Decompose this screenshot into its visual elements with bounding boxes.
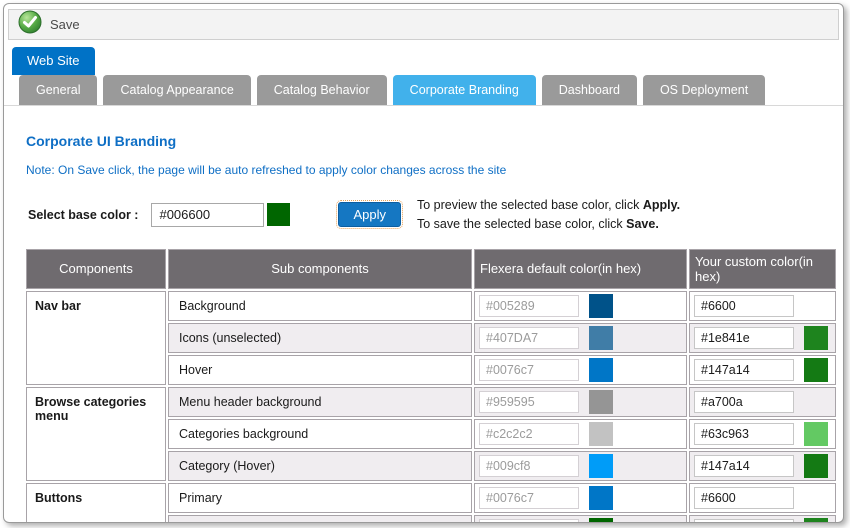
default-color-swatch xyxy=(589,326,613,350)
save-button[interactable]: Save xyxy=(18,10,80,39)
custom-color-input[interactable] xyxy=(694,359,794,381)
custom-color-swatch xyxy=(804,454,828,478)
default-color-input xyxy=(479,455,579,477)
custom-color-input[interactable] xyxy=(694,423,794,445)
custom-color-input[interactable] xyxy=(694,327,794,349)
tab-os-deployment[interactable]: OS Deployment xyxy=(643,75,765,105)
component-cell: Nav bar xyxy=(26,291,166,385)
default-color-swatch xyxy=(589,518,613,524)
custom-color-swatch xyxy=(804,422,828,446)
page-title: Corporate UI Branding xyxy=(26,133,843,149)
custom-color-swatch xyxy=(804,326,828,350)
default-color-input xyxy=(479,519,579,524)
col-header-sub-components: Sub components xyxy=(168,249,472,289)
custom-color-input[interactable] xyxy=(694,391,794,413)
default-color-swatch xyxy=(589,294,613,318)
sub-component-cell: Primary (Hover) xyxy=(168,515,472,524)
col-header-components: Components xyxy=(26,249,166,289)
help-text: To preview the selected base color, clic… xyxy=(417,196,680,234)
sub-component-cell: Background xyxy=(168,291,472,321)
component-cell: Buttons xyxy=(26,483,166,524)
tab-corporate-branding[interactable]: Corporate Branding xyxy=(393,75,536,105)
component-cell: Browse categories menu xyxy=(26,387,166,481)
base-color-input[interactable] xyxy=(151,203,264,227)
tab-catalog-behavior[interactable]: Catalog Behavior xyxy=(257,75,387,105)
base-color-row: Select base color : Apply To preview the… xyxy=(28,196,843,234)
tab-dashboard[interactable]: Dashboard xyxy=(542,75,637,105)
branding-table: Components Sub components Flexera defaul… xyxy=(24,247,838,524)
table-row: Nav bar Background xyxy=(26,291,836,321)
default-color-input xyxy=(479,391,579,413)
site-tab-row: Web Site xyxy=(4,47,843,75)
sub-component-cell: Menu header background xyxy=(168,387,472,417)
tab-general[interactable]: General xyxy=(19,75,97,105)
tab-bar: General Catalog Appearance Catalog Behav… xyxy=(4,75,843,106)
tab-web-site[interactable]: Web Site xyxy=(12,47,95,75)
apply-button[interactable]: Apply xyxy=(338,202,401,227)
settings-window: Save Web Site General Catalog Appearance… xyxy=(3,3,844,523)
sub-component-cell: Category (Hover) xyxy=(168,451,472,481)
sub-component-cell: Primary xyxy=(168,483,472,513)
base-color-swatch xyxy=(267,203,290,226)
default-color-swatch xyxy=(589,358,613,382)
custom-color-input[interactable] xyxy=(694,455,794,477)
default-color-swatch xyxy=(589,422,613,446)
custom-color-input[interactable] xyxy=(694,519,794,524)
toolbar: Save xyxy=(8,9,839,40)
table-row: Browse categories menu Menu header backg… xyxy=(26,387,836,417)
default-color-swatch xyxy=(589,390,613,414)
note-text: Note: On Save click, the page will be au… xyxy=(26,163,843,177)
custom-color-swatch xyxy=(804,358,828,382)
table-row: Buttons Primary xyxy=(26,483,836,513)
save-check-icon xyxy=(18,10,42,39)
tab-catalog-appearance[interactable]: Catalog Appearance xyxy=(103,75,250,105)
base-color-label: Select base color : xyxy=(28,208,138,222)
default-color-input xyxy=(479,327,579,349)
table-header-row: Components Sub components Flexera defaul… xyxy=(26,249,836,289)
custom-color-input[interactable] xyxy=(694,295,794,317)
col-header-custom-color: Your custom color(in hex) xyxy=(689,249,836,289)
sub-component-cell: Icons (unselected) xyxy=(168,323,472,353)
corporate-branding-panel: Corporate UI Branding Note: On Save clic… xyxy=(4,106,843,523)
sub-component-cell: Hover xyxy=(168,355,472,385)
sub-component-cell: Categories background xyxy=(168,419,472,449)
default-color-input xyxy=(479,295,579,317)
default-color-swatch xyxy=(589,486,613,510)
default-color-input xyxy=(479,423,579,445)
default-color-input xyxy=(479,487,579,509)
custom-color-swatch xyxy=(804,518,828,524)
col-header-default-color: Flexera default color(in hex) xyxy=(474,249,687,289)
custom-color-input[interactable] xyxy=(694,487,794,509)
default-color-swatch xyxy=(589,454,613,478)
save-label: Save xyxy=(50,17,80,32)
default-color-input xyxy=(479,359,579,381)
